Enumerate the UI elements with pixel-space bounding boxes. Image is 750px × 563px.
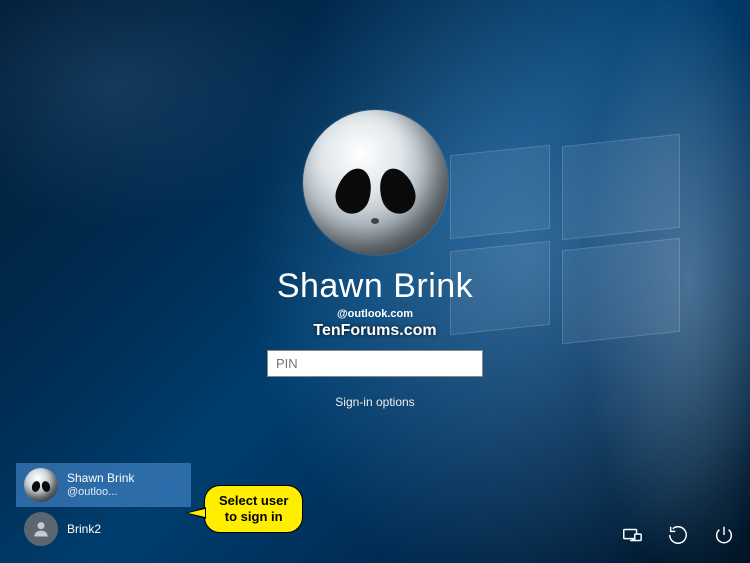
- system-tray: [620, 523, 736, 547]
- user-list-name: Shawn Brink: [67, 471, 134, 485]
- callout-line1: Select user: [219, 493, 288, 509]
- user-list-sub: @outloo...: [67, 485, 134, 499]
- power-icon[interactable]: [712, 523, 736, 547]
- user-list-text: Shawn Brink @outloo...: [67, 471, 134, 499]
- user-avatar-icon: [24, 468, 58, 502]
- pin-input[interactable]: [267, 350, 483, 377]
- user-list-name: Brink2: [67, 522, 101, 536]
- callout-line2: to sign in: [219, 509, 288, 525]
- user-avatar-icon: [24, 512, 58, 546]
- user-list-item-brink2[interactable]: Brink2: [16, 507, 191, 551]
- user-switch-list: Shawn Brink @outloo... Brink2: [16, 463, 191, 551]
- user-display-name: Shawn Brink: [215, 267, 535, 306]
- user-list-item-shawn-brink[interactable]: Shawn Brink @outloo...: [16, 463, 191, 507]
- user-email: @outlook.com: [215, 308, 535, 320]
- signin-panel: Shawn Brink @outlook.com TenForums.com S…: [215, 110, 535, 409]
- user-list-text: Brink2: [67, 522, 101, 536]
- network-icon[interactable]: [620, 523, 644, 547]
- ease-of-access-icon[interactable]: [666, 523, 690, 547]
- annotation-callout: Select user to sign in: [204, 485, 303, 533]
- watermark-text: TenForums.com: [215, 322, 535, 340]
- signin-options-link[interactable]: Sign-in options: [215, 395, 535, 409]
- user-avatar-large: [303, 110, 448, 255]
